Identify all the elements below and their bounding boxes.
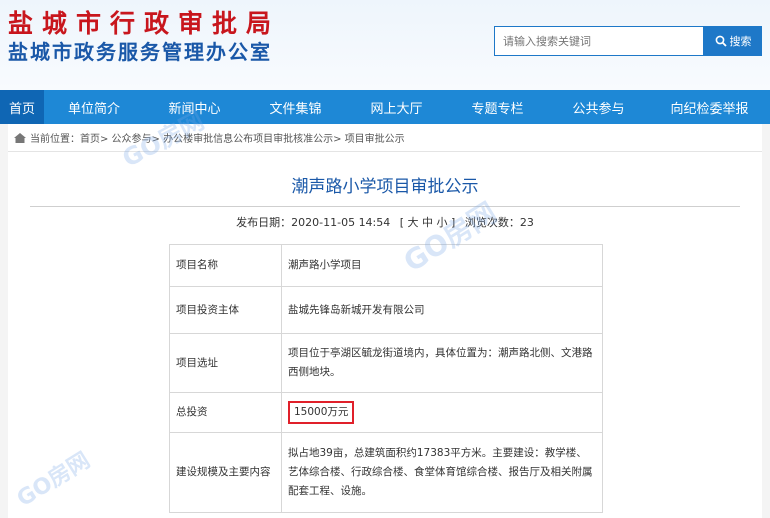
search-input[interactable] — [494, 26, 704, 56]
row-value: 项目位于亭湖区毓龙街道境内，具体位置为：潮声路北侧、文港路西侧地块。 — [281, 333, 603, 393]
table-row: 建设规模及主要内容 拟占地39亩，总建筑面积约17383平方米。主要建设：教学楼… — [169, 432, 603, 513]
row-label: 总投资 — [169, 392, 282, 433]
row-label: 建设规模及主要内容 — [169, 432, 282, 513]
table-row: 项目投资主体 盐城先锋岛新城开发有限公司 — [169, 286, 603, 334]
row-value: 15000万元 — [281, 392, 603, 433]
article-meta: 发布日期：2020-11-05 14:54 [ 大 中 小 ] 浏览次数：23 — [8, 214, 762, 230]
article-panel: 潮声路小学项目审批公示 发布日期：2020-11-05 14:54 [ 大 中 … — [8, 152, 762, 518]
highlight-box: 15000万元 — [288, 401, 355, 424]
row-value: 潮声路小学项目 — [281, 244, 603, 287]
search-button[interactable]: 搜索 — [704, 26, 762, 56]
breadcrumb: 当前位置：首页> 公众参与> 办公楼审批信息公布项目审批核准公示> 项目审批公示 — [8, 124, 762, 152]
nav-item-home[interactable]: 首页 — [0, 90, 44, 124]
search-icon — [715, 35, 727, 47]
nav-item-report[interactable]: 向纪检委举报 — [649, 90, 770, 124]
table-row: 项目名称 潮声路小学项目 — [169, 244, 603, 287]
site-subtitle: 盐城市政务服务管理办公室 — [8, 40, 272, 64]
breadcrumb-text[interactable]: 当前位置：首页> 公众参与> 办公楼审批信息公布项目审批核准公示> 项目审批公示 — [30, 130, 405, 145]
row-value: 拟占地39亩，总建筑面积约17383平方米。主要建设：教学楼、艺体综合楼、行政综… — [281, 432, 603, 513]
publish-date: 发布日期：2020-11-05 14:54 — [236, 216, 391, 229]
table-row: 总投资 15000万元 — [169, 392, 603, 433]
row-label: 项目选址 — [169, 333, 282, 393]
font-size-switch[interactable]: [ 大 中 小 ] — [400, 216, 456, 229]
row-label: 项目名称 — [169, 244, 282, 287]
nav-item-about[interactable]: 单位简介 — [44, 90, 144, 124]
article-title: 潮声路小学项目审批公示 — [291, 177, 479, 197]
project-info-table: 项目名称 潮声路小学项目 项目投资主体 盐城先锋岛新城开发有限公司 项目选址 项… — [169, 244, 603, 513]
table-row: 项目选址 项目位于亭湖区毓龙街道境内，具体位置为：潮声路北侧、文港路西侧地块。 — [169, 333, 603, 393]
site-title[interactable]: 盐城市行政审批局 — [8, 4, 280, 40]
site-header: 盐城市行政审批局 盐城市政务服务管理办公室 搜索 — [0, 0, 770, 90]
title-divider — [30, 206, 740, 207]
nav-item-online-hall[interactable]: 网上大厅 — [346, 90, 447, 124]
search-button-label: 搜索 — [729, 35, 752, 48]
view-count: 浏览次数：23 — [464, 216, 534, 229]
nav-item-topics[interactable]: 专题专栏 — [447, 90, 548, 124]
nav-item-documents[interactable]: 文件集锦 — [245, 90, 346, 124]
row-label: 项目投资主体 — [169, 286, 282, 334]
row-value: 盐城先锋岛新城开发有限公司 — [281, 286, 603, 334]
nav-item-participation[interactable]: 公共参与 — [548, 90, 649, 124]
nav-item-news[interactable]: 新闻中心 — [144, 90, 245, 124]
main-nav: 首页 单位简介 新闻中心 文件集锦 网上大厅 专题专栏 公共参与 向纪检委举报 — [0, 90, 770, 124]
home-icon — [14, 132, 26, 143]
